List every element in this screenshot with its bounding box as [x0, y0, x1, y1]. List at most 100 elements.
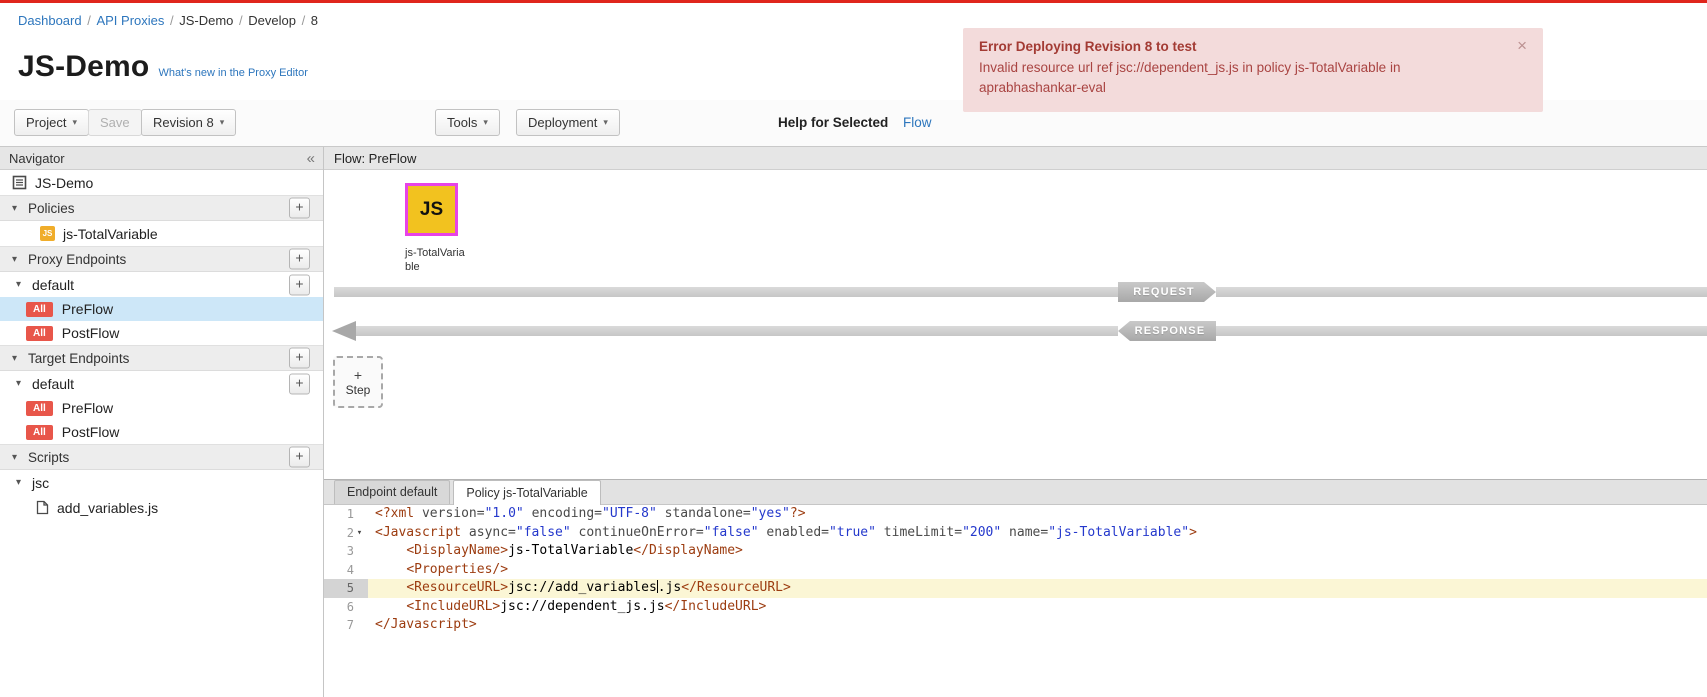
collapse-sidebar-icon[interactable]: «	[307, 150, 314, 167]
whats-new-link[interactable]: What's new in the Proxy Editor	[158, 67, 307, 79]
chevron-down-icon[interactable]: ▾	[12, 203, 22, 214]
tools-button-label: Tools	[447, 115, 477, 130]
error-toast-body: Invalid resource url ref jsc://dependent…	[979, 58, 1525, 99]
navigator-flow-postflow[interactable]: AllPostFlow	[0, 321, 323, 345]
navigator-flow-preflow[interactable]: AllPreFlow	[0, 396, 323, 420]
code-area[interactable]: 1<?xml version="1.0" encoding="UTF-8" st…	[324, 505, 1707, 697]
item-label: JS-Demo	[35, 175, 93, 191]
add-button[interactable]: +	[289, 198, 310, 219]
top-accent-bar	[0, 0, 1707, 3]
navigator-group-default[interactable]: ▾default+	[0, 272, 323, 297]
navigator-section-scripts[interactable]: ▾ Scripts +	[0, 444, 323, 470]
line-number: 7	[324, 616, 368, 635]
navigator-policy-js-totalvariable[interactable]: JSjs-TotalVariable	[0, 221, 323, 246]
close-icon[interactable]: ×	[1517, 37, 1527, 54]
js-policy-node-text: JS	[420, 199, 443, 221]
error-toast: × Error Deploying Revision 8 to test Inv…	[963, 28, 1543, 112]
item-label: Target Endpoints	[28, 351, 129, 366]
revision-button[interactable]: Revision 8▾	[141, 109, 236, 136]
navigator-section-target-endpoints[interactable]: ▾ Target Endpoints +	[0, 345, 323, 371]
response-arrowhead-icon	[332, 321, 356, 341]
code-line-5[interactable]: 5 <ResourceURL>jsc://add_variables.js</R…	[324, 579, 1707, 598]
chevron-down-icon[interactable]: ▾	[12, 254, 22, 265]
breadcrumb-separator: /	[166, 13, 177, 28]
response-flow-line	[1216, 326, 1707, 336]
breadcrumb-separator: /	[298, 13, 309, 28]
request-flow-line	[1216, 287, 1707, 297]
condition-badge: All	[26, 401, 53, 416]
breadcrumb: Dashboard / API Proxies / JS-Demo / Deve…	[18, 13, 318, 28]
js-policy-node[interactable]: JS	[405, 183, 458, 236]
item-label: default	[32, 376, 74, 392]
chevron-down-icon: ▾	[220, 117, 225, 128]
fold-caret-icon[interactable]: ▾	[354, 524, 365, 543]
item-label: Scripts	[28, 450, 69, 465]
request-flow-line	[334, 287, 384, 297]
item-label: PostFlow	[62, 424, 120, 440]
tab-endpoint-default[interactable]: Endpoint default	[334, 480, 450, 504]
item-label: jsc	[32, 475, 49, 491]
line-number: 1	[324, 505, 368, 524]
request-flow-badge: REQUEST	[1118, 282, 1216, 302]
project-button[interactable]: Project ▾	[14, 109, 89, 136]
breadcrumb-item-dashboard[interactable]: Dashboard	[18, 13, 82, 28]
project-button-label: Project	[26, 115, 66, 130]
navigator-group-default[interactable]: ▾ default +	[0, 371, 323, 396]
navigator-header: Navigator «	[0, 147, 323, 170]
navigator-section-policies[interactable]: ▾ Policies +	[0, 195, 323, 221]
breadcrumb-separator: /	[84, 13, 95, 28]
code-line-4[interactable]: 4 <Properties/>	[324, 561, 1707, 580]
line-number: 2▾	[324, 524, 368, 543]
tab-policy-js-totalvariable[interactable]: Policy js-TotalVariable	[453, 480, 600, 505]
line-number: 4	[324, 561, 368, 580]
breadcrumb-item-api-proxies[interactable]: API Proxies	[96, 13, 164, 28]
item-label: PreFlow	[62, 301, 113, 317]
chevron-down-icon: ▾	[483, 117, 488, 128]
add-button[interactable]: +	[289, 249, 310, 270]
add-button[interactable]: +	[289, 274, 310, 295]
code-line-6[interactable]: 6 <IncludeURL>jsc://dependent_js.js</Inc…	[324, 598, 1707, 617]
navigator-root-js-demo[interactable]: JS-Demo	[0, 170, 323, 195]
chevron-down-icon[interactable]: ▾	[16, 279, 26, 290]
code-editor-panel: Endpoint defaultPolicy js-TotalVariable …	[324, 479, 1707, 697]
js-policy-label: js-TotalVariable	[405, 246, 465, 275]
deployment-button-label: Deployment	[528, 115, 597, 130]
breadcrumb-item-js-demo: JS-Demo	[179, 13, 233, 28]
add-step-label: Step	[346, 383, 371, 397]
save-button[interactable]: Save	[88, 109, 142, 136]
navigator-group-jsc[interactable]: ▾ jsc	[0, 470, 323, 495]
navigator-section-proxy-endpoints[interactable]: ▾Proxy Endpoints+	[0, 246, 323, 272]
flow-canvas[interactable]: JS js-TotalVariable REQUEST RESPONSE + S…	[324, 170, 1707, 480]
code-line-3[interactable]: 3 <DisplayName>js-TotalVariable</Display…	[324, 542, 1707, 561]
item-label: add_variables.js	[57, 500, 158, 516]
js-policy-icon: JS	[40, 226, 55, 241]
add-step-button[interactable]: + Step	[333, 356, 383, 408]
response-flow-line	[356, 326, 1118, 336]
chevron-down-icon[interactable]: ▾	[12, 353, 22, 364]
add-button[interactable]: +	[289, 447, 310, 468]
deployment-button[interactable]: Deployment ▾	[516, 109, 620, 136]
line-number: 5	[324, 579, 368, 598]
navigator-flow-preflow[interactable]: AllPreFlow	[0, 297, 323, 321]
code-text: <ResourceURL>jsc://add_variables.js</Res…	[368, 579, 1707, 598]
flow-help-link[interactable]: Flow	[903, 115, 932, 130]
code-text: <DisplayName>js-TotalVariable</DisplayNa…	[368, 542, 1707, 561]
chevron-down-icon: ▾	[72, 117, 77, 128]
code-line-1[interactable]: 1<?xml version="1.0" encoding="UTF-8" st…	[324, 505, 1707, 524]
chevron-down-icon[interactable]: ▾	[16, 477, 26, 488]
chevron-down-icon: ▾	[603, 117, 608, 128]
add-button[interactable]: +	[289, 373, 310, 394]
navigator-file-add-variables-js[interactable]: add_variables.js	[0, 495, 323, 520]
navigator-flow-postflow[interactable]: AllPostFlow	[0, 420, 323, 444]
request-flow-line	[382, 287, 1118, 297]
item-label: Policies	[28, 201, 75, 216]
item-label: PostFlow	[62, 325, 120, 341]
chevron-down-icon[interactable]: ▾	[16, 378, 26, 389]
code-text: <Javascript async="false" continueOnErro…	[368, 524, 1707, 543]
flow-header: Flow: PreFlow	[324, 147, 1707, 170]
chevron-down-icon[interactable]: ▾	[12, 452, 22, 463]
tools-button[interactable]: Tools ▾	[435, 109, 500, 136]
code-line-2[interactable]: 2▾<Javascript async="false" continueOnEr…	[324, 524, 1707, 543]
code-line-7[interactable]: 7</Javascript>	[324, 616, 1707, 635]
add-button[interactable]: +	[289, 348, 310, 369]
